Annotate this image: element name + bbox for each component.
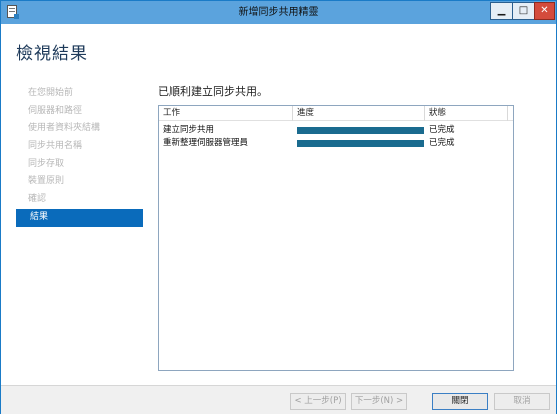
column-header-task[interactable]: 工作: [159, 106, 293, 121]
progress-fill: [297, 127, 424, 134]
nav-item-sync-share-name: 同步共用名稱: [28, 141, 83, 152]
progress-bar: [297, 140, 424, 147]
close-icon: ✕: [540, 5, 549, 16]
nav-item-results[interactable]: 結果: [16, 208, 143, 227]
next-button[interactable]: 下一步(N) >: [351, 393, 407, 410]
nav-item-user-folder-structure: 使用者資料夾結構: [28, 123, 101, 134]
minimize-button[interactable]: ▁: [490, 2, 513, 20]
nav-item-before-you-begin: 在您開始前: [28, 88, 74, 98]
task-cell: 重新整理伺服器管理員: [163, 138, 249, 148]
column-header-progress[interactable]: 進度: [293, 106, 425, 121]
task-cell: 建立同步共用: [163, 125, 215, 135]
previous-button[interactable]: < 上一步(P): [290, 393, 346, 410]
nav-item-sync-access: 同步存取: [28, 158, 65, 169]
status-cell: 已完成: [429, 125, 455, 135]
close-button[interactable]: 關閉: [432, 393, 488, 410]
cancel-button[interactable]: 取消: [494, 393, 550, 410]
title-bar[interactable]: 新增同步共用精靈 ▁ □ ✕: [1, 1, 556, 24]
nav-item-confirmation: 確認: [28, 194, 47, 205]
nav-item-server-and-path: 伺服器和路徑: [28, 105, 83, 116]
close-window-button[interactable]: ✕: [534, 2, 555, 20]
result-message: 已順利建立同步共用。: [158, 85, 268, 98]
window-title: 新增同步共用精靈: [238, 7, 319, 18]
results-table: 工作 進度 狀態 建立同步共用 已完成 重新整理伺服器管理員 已完成: [158, 105, 514, 371]
progress-bar: [297, 127, 424, 134]
table-header: 工作 進度 狀態: [159, 106, 513, 121]
progress-fill: [297, 140, 424, 147]
table-row[interactable]: 重新整理伺服器管理員 已完成: [159, 137, 513, 150]
minimize-icon: ▁: [497, 5, 506, 16]
wizard-footer: < 上一步(P) 下一步(N) > 關閉 取消: [1, 385, 556, 414]
column-header-status[interactable]: 狀態: [425, 106, 508, 121]
wizard-window: 新增同步共用精靈 ▁ □ ✕ 檢視結果 在您開始前 伺服器和路徑 使用者資料夾結…: [0, 0, 557, 414]
table-row[interactable]: 建立同步共用 已完成: [159, 124, 513, 137]
maximize-button[interactable]: □: [512, 2, 535, 20]
wizard-steps-nav: 在您開始前 伺服器和路徑 使用者資料夾結構 同步共用名稱 同步存取 裝置原則 確…: [16, 85, 143, 227]
status-cell: 已完成: [429, 138, 455, 148]
page-title: 檢視結果: [16, 44, 88, 64]
nav-item-device-policies: 裝置原則: [28, 176, 65, 187]
maximize-icon: □: [518, 5, 529, 16]
